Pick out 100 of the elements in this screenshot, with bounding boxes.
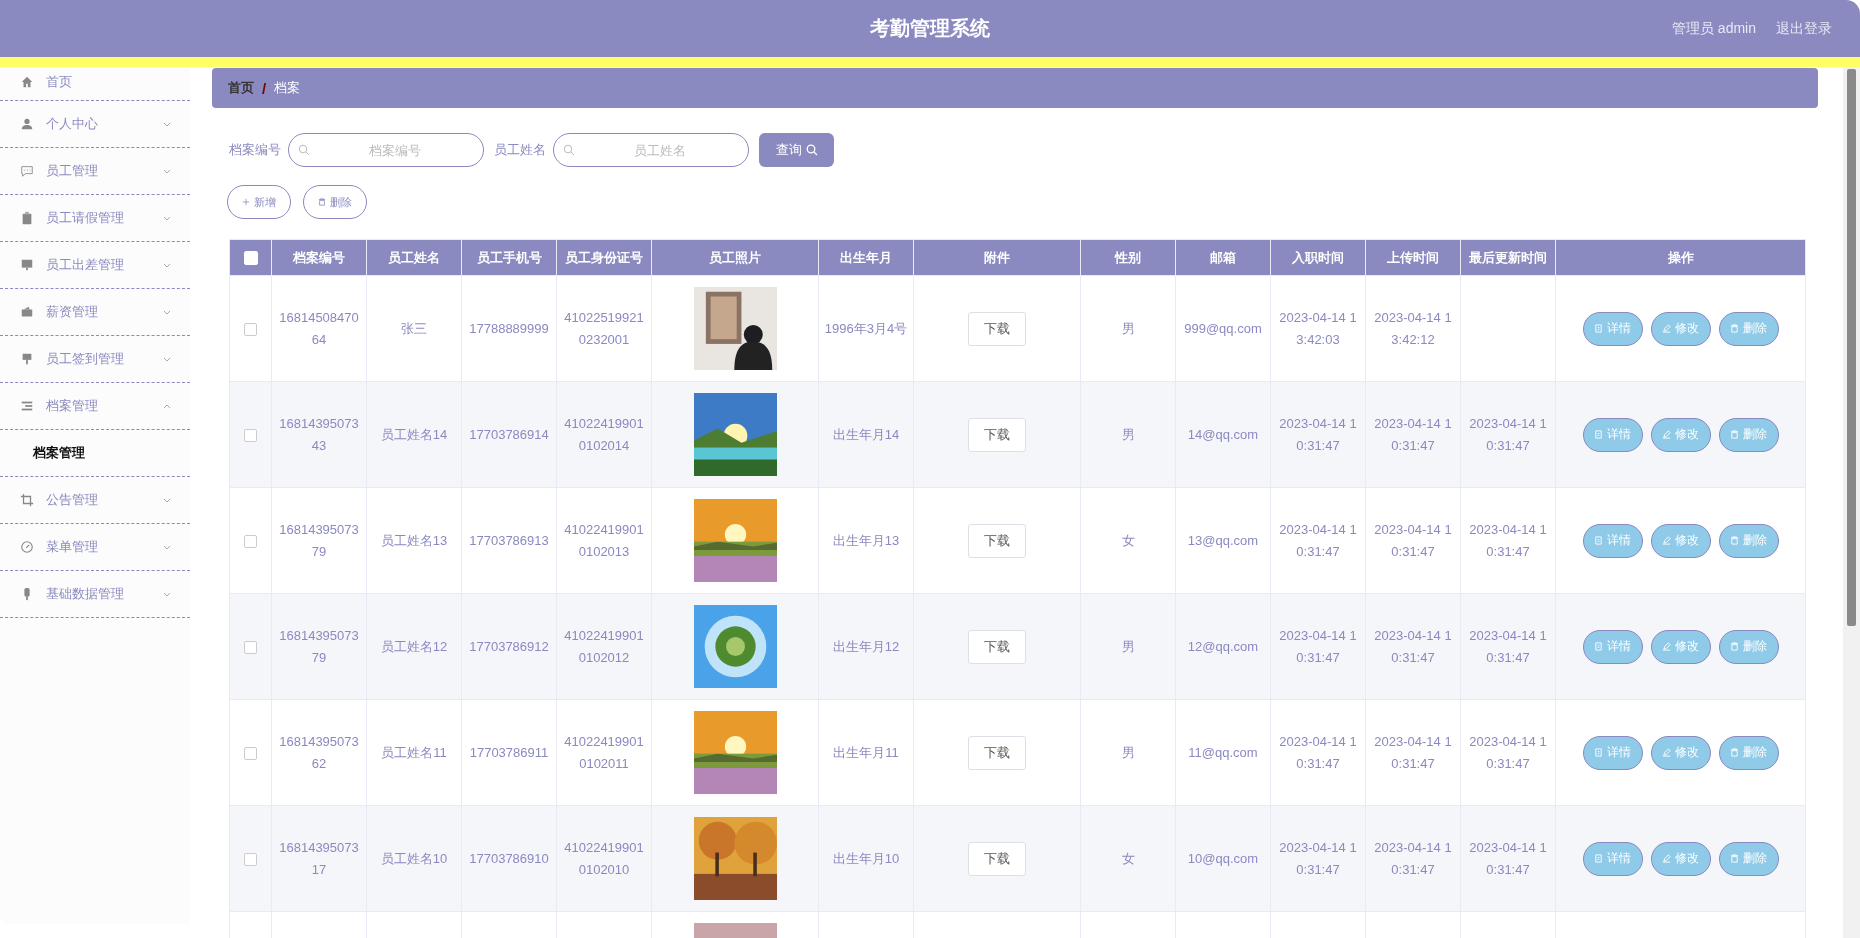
delete-button[interactable]: 删除 <box>303 185 367 219</box>
checkbox[interactable] <box>244 747 257 761</box>
table-cell-text: 17703786910 <box>469 849 549 868</box>
download-button[interactable]: 下载 <box>968 417 1026 452</box>
search-button[interactable]: 查询 <box>759 133 834 167</box>
download-button[interactable]: 下载 <box>968 841 1026 876</box>
home-icon <box>20 74 34 89</box>
menu-item[interactable]: 员工签到管理 <box>0 336 190 383</box>
trash-icon <box>1730 642 1739 651</box>
scrollbar[interactable] <box>1843 67 1860 938</box>
table-cell: 14@qq.com <box>1187 427 1259 442</box>
checkbox[interactable] <box>244 641 257 655</box>
table-cell-text: 17703786911 <box>469 743 549 762</box>
table-cell-text: 410224199010102013 <box>563 520 645 561</box>
menu-item[interactable]: 公告管理 <box>0 477 190 524</box>
delete-button[interactable]: 删除 <box>1718 311 1779 346</box>
stamp-icon <box>20 352 34 366</box>
menu-item[interactable]: 基础数据管理 <box>0 571 190 618</box>
edit-button[interactable]: 修改 <box>1650 311 1711 346</box>
table-cell-text: 410224199010102014 <box>563 414 645 455</box>
app-title: 考勤管理系统 <box>870 16 990 41</box>
details-button[interactable]: 详情 <box>1582 311 1643 346</box>
document-icon <box>1594 324 1603 333</box>
search-field[interactable]: 档案编号 <box>288 133 484 167</box>
column-header: 上传时间 <box>1365 239 1461 276</box>
compass-icon <box>20 540 34 554</box>
table-cell-text: 员工姓名13 <box>380 531 448 550</box>
column-header: 出生年月 <box>818 239 914 276</box>
table-cell: 出生年月11 <box>833 744 899 760</box>
logout-link[interactable]: 退出登录 <box>1776 19 1832 38</box>
document-icon <box>1594 642 1603 651</box>
edit-button[interactable]: 修改 <box>1650 841 1711 876</box>
edit-button[interactable]: 修改 <box>1650 735 1711 770</box>
search-icon <box>563 144 575 156</box>
search-icon <box>298 144 310 156</box>
column-header: 员工照片 <box>651 239 819 276</box>
menu-label: 薪资管理 <box>46 303 99 321</box>
checkbox[interactable] <box>244 429 257 443</box>
menu-item[interactable]: 首页 <box>0 67 190 101</box>
menu-label: 档案管理 <box>46 397 99 415</box>
menu-item[interactable]: 菜单管理 <box>0 524 190 571</box>
checkbox[interactable] <box>244 323 257 337</box>
details-button[interactable]: 详情 <box>1582 417 1643 452</box>
download-button[interactable]: 下载 <box>968 735 1026 770</box>
clipboard-icon <box>20 211 34 225</box>
download-button[interactable]: 下载 <box>968 629 1026 664</box>
breadcrumb-link[interactable]: 首页 <box>228 79 254 97</box>
table-cell-text: 410224199010102010 <box>563 838 645 879</box>
delete-button[interactable]: 删除 <box>1718 629 1779 664</box>
delete-button[interactable]: 删除 <box>1718 841 1779 876</box>
details-button[interactable]: 详情 <box>1582 735 1643 770</box>
table-cell-text: 2023-04-14 10:31:47 <box>1373 626 1453 667</box>
table-cell-text: 1681439507362 <box>278 732 360 773</box>
pencil-icon <box>1662 642 1671 651</box>
document-icon <box>1594 748 1603 757</box>
table-cell-text: 2023-04-14 10:31:47 <box>1373 838 1453 879</box>
menu-item[interactable]: 员工出差管理 <box>0 242 190 289</box>
edit-button[interactable]: 修改 <box>1650 523 1711 558</box>
delete-button[interactable]: 删除 <box>1718 735 1779 770</box>
table-cell-text: 员工姓名12 <box>380 637 448 656</box>
details-button[interactable]: 详情 <box>1582 523 1643 558</box>
table-cell-text: 410225199210232001 <box>563 308 645 349</box>
table-cell: 女 <box>1121 532 1135 548</box>
delete-button[interactable]: 删除 <box>1718 417 1779 452</box>
pencil-icon <box>1662 324 1671 333</box>
table-cell: 10@qq.com <box>1187 851 1259 866</box>
table-cell: 出生年月12 <box>832 638 900 654</box>
add-button[interactable]: 新增 <box>227 185 291 219</box>
pencil-icon <box>1662 748 1671 757</box>
table-cell: 1996年3月4号 <box>824 320 908 336</box>
column-header: 档案编号 <box>271 239 367 276</box>
menu-item[interactable]: 个人中心 <box>0 101 190 148</box>
user-label: 管理员 admin <box>1671 19 1756 38</box>
table-cell-text: 410224199010102012 <box>563 626 645 667</box>
table-cell-text: 1681439507343 <box>278 414 360 455</box>
checkbox[interactable] <box>244 535 257 549</box>
edit-button[interactable]: 修改 <box>1650 629 1711 664</box>
menu-item[interactable]: 员工请假管理 <box>0 195 190 242</box>
menu-item[interactable]: 档案管理 <box>0 383 190 430</box>
table-cell-text: 2023-04-14 10:31:47 <box>1468 626 1548 667</box>
edit-button[interactable]: 修改 <box>1650 417 1711 452</box>
download-button[interactable]: 下载 <box>968 523 1026 558</box>
search-field[interactable]: 员工姓名 <box>553 133 749 167</box>
submenu-item[interactable]: 档案管理 <box>0 430 190 477</box>
checkbox[interactable] <box>244 853 257 867</box>
pencil-icon <box>1662 854 1671 863</box>
pencil-icon <box>1662 536 1671 545</box>
details-button[interactable]: 详情 <box>1582 629 1643 664</box>
table-cell: 男 <box>1121 744 1135 760</box>
details-button[interactable]: 详情 <box>1582 841 1643 876</box>
menu-item[interactable]: 薪资管理 <box>0 289 190 336</box>
crop-icon <box>20 493 34 507</box>
table-cell-text: 2023-04-14 13:42:03 <box>1278 308 1358 349</box>
breadcrumb-current: 档案 <box>274 79 301 97</box>
download-button[interactable]: 下载 <box>968 311 1026 346</box>
column-header: 性别 <box>1080 239 1176 276</box>
table-cell-text: 员工姓名14 <box>380 425 448 444</box>
delete-button[interactable]: 删除 <box>1718 523 1779 558</box>
table-cell-text: 2023-04-14 10:31:47 <box>1468 520 1548 561</box>
menu-item[interactable]: 员工管理 <box>0 148 190 195</box>
